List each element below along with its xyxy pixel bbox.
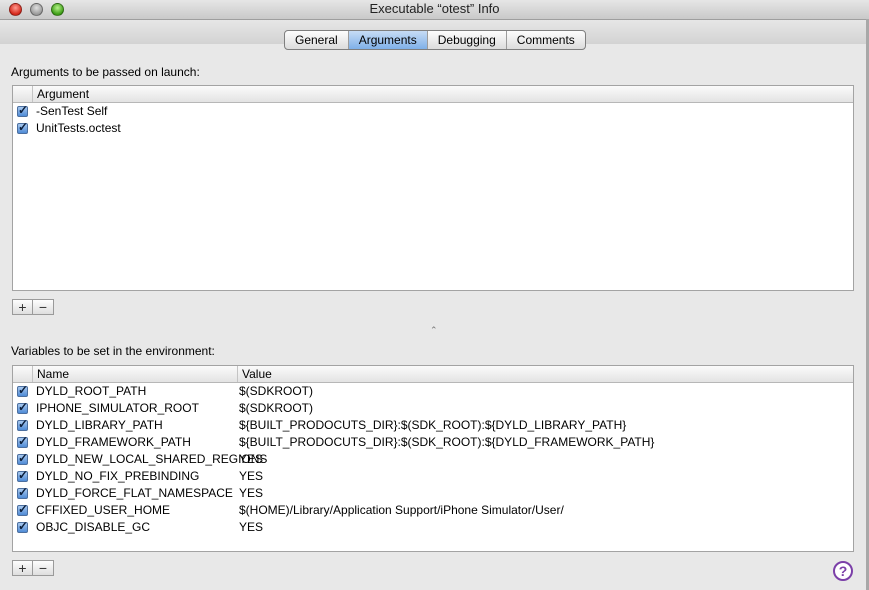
env-value: ${BUILT_PRODOCUTS_DIR}:$(SDK_ROOT):${DYL… — [239, 418, 627, 432]
env-checkbox[interactable] — [17, 434, 28, 448]
help-button[interactable]: ? — [833, 561, 853, 581]
env-name: DYLD_NO_FIX_PREBINDING — [36, 469, 200, 483]
argument-row[interactable]: UnitTests.octest — [13, 120, 853, 137]
environment-table-header: Name Value — [13, 366, 853, 383]
env-checkbox[interactable] — [17, 502, 28, 516]
title-bar[interactable]: Executable “otest” Info — [0, 0, 869, 20]
env-row[interactable]: CFFIXED_USER_HOME $(HOME)/Library/Applic… — [13, 502, 853, 519]
env-checkbox[interactable] — [17, 468, 28, 482]
environment-table[interactable]: Name Value DYLD_ROOT_PATH $(SDKROOT) IPH… — [12, 365, 854, 552]
env-value: $(HOME)/Library/Application Support/iPho… — [239, 503, 564, 517]
env-checkbox[interactable] — [17, 417, 28, 431]
env-name: DYLD_NEW_LOCAL_SHARED_REGIONS — [36, 452, 268, 466]
split-view-handle[interactable]: ⌃ — [430, 325, 438, 335]
env-name: DYLD_FRAMEWORK_PATH — [36, 435, 191, 449]
env-row[interactable]: OBJC_DISABLE_GC YES — [13, 519, 853, 536]
env-row[interactable]: DYLD_FRAMEWORK_PATH ${BUILT_PRODOCUTS_DI… — [13, 434, 853, 451]
remove-variable-button[interactable]: − — [33, 560, 54, 576]
name-column-header[interactable]: Name — [32, 366, 237, 382]
env-checkbox[interactable] — [17, 451, 28, 465]
env-value: YES — [239, 452, 264, 466]
tab-arguments[interactable]: Arguments — [348, 31, 428, 49]
remove-argument-button[interactable]: − — [33, 299, 54, 315]
env-value: ${BUILT_PRODOCUTS_DIR}:$(SDK_ROOT):${DYL… — [239, 435, 655, 449]
arguments-table[interactable]: Argument -SenTest Self UnitTests.octest — [12, 85, 854, 291]
env-name: DYLD_ROOT_PATH — [36, 384, 147, 398]
env-checkbox[interactable] — [17, 485, 28, 499]
arguments-buttons: + − — [12, 299, 54, 315]
window-title: Executable “otest” Info — [369, 1, 500, 16]
argument-row[interactable]: -SenTest Self — [13, 103, 853, 120]
env-row[interactable]: DYLD_FORCE_FLAT_NAMESPACE YES — [13, 485, 853, 502]
env-name: IPHONE_SIMULATOR_ROOT — [36, 401, 199, 415]
env-name: DYLD_FORCE_FLAT_NAMESPACE — [36, 486, 233, 500]
add-argument-button[interactable]: + — [12, 299, 33, 315]
env-name: CFFIXED_USER_HOME — [36, 503, 171, 517]
env-value: YES — [239, 520, 264, 534]
tab-general[interactable]: General — [285, 31, 349, 49]
tab-debugging[interactable]: Debugging — [428, 31, 507, 49]
env-row[interactable]: DYLD_ROOT_PATH $(SDKROOT) — [13, 383, 853, 400]
tab-bar: General Arguments Debugging Comments — [284, 30, 586, 50]
arguments-section-label: Arguments to be passed on launch: — [11, 65, 200, 79]
env-value: YES — [239, 469, 264, 483]
env-value: YES — [239, 486, 264, 500]
env-row[interactable]: DYLD_NEW_LOCAL_SHARED_REGIONS YES — [13, 451, 853, 468]
env-name: DYLD_LIBRARY_PATH — [36, 418, 163, 432]
env-row[interactable]: DYLD_LIBRARY_PATH ${BUILT_PRODOCUTS_DIR}… — [13, 417, 853, 434]
env-value: $(SDKROOT) — [239, 401, 314, 415]
add-variable-button[interactable]: + — [12, 560, 33, 576]
arguments-table-header: Argument — [13, 86, 853, 103]
tab-comments[interactable]: Comments — [507, 31, 585, 49]
env-checkbox[interactable] — [17, 400, 28, 414]
argument-column-header[interactable]: Argument — [32, 86, 853, 102]
argument-checkbox[interactable] — [17, 103, 28, 117]
value-column-header[interactable]: Value — [237, 366, 853, 382]
argument-value: -SenTest Self — [36, 104, 108, 118]
env-row[interactable]: IPHONE_SIMULATOR_ROOT $(SDKROOT) — [13, 400, 853, 417]
env-checkbox[interactable] — [17, 383, 28, 397]
environment-section-label: Variables to be set in the environment: — [11, 344, 215, 358]
env-row[interactable]: DYLD_NO_FIX_PREBINDING YES — [13, 468, 853, 485]
env-checkbox[interactable] — [17, 519, 28, 533]
env-value: $(SDKROOT) — [239, 384, 314, 398]
argument-value: UnitTests.octest — [36, 121, 121, 135]
env-name: OBJC_DISABLE_GC — [36, 520, 151, 534]
environment-buttons: + − — [12, 560, 54, 576]
argument-checkbox[interactable] — [17, 120, 28, 134]
